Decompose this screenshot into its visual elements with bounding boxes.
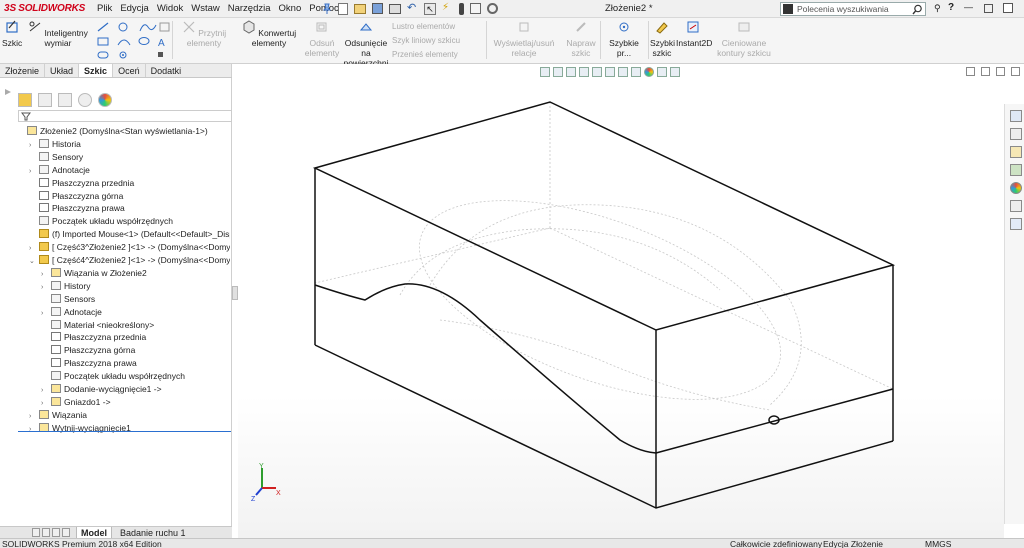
task-pane	[1004, 104, 1024, 524]
status-bar: SOLIDWORKS Premium 2018 x64 Edition Całk…	[0, 538, 1024, 548]
view-palette-icon[interactable]	[1010, 164, 1022, 176]
triad-z-label: Z	[251, 496, 256, 502]
appearances-icon[interactable]	[1010, 182, 1022, 194]
model-wireframe	[312, 101, 896, 509]
status-units[interactable]: MMGS	[925, 539, 951, 548]
status-edition: SOLIDWORKS Premium 2018 x64 Edition	[2, 539, 162, 548]
custom-properties-icon[interactable]	[1010, 200, 1022, 212]
triad-y-label: Y	[259, 463, 264, 470]
top-face-edges	[312, 101, 896, 331]
solidworks-resources-icon[interactable]	[1010, 110, 1022, 122]
status-definition: Całkowicie zdefiniowany	[730, 539, 823, 548]
triad-x-label: X	[276, 490, 281, 497]
solidworks-window: 3S SOLIDWORKS Plik Edycja Widok Wstaw Narzęd…	[0, 0, 1024, 548]
forum-icon[interactable]	[1010, 218, 1022, 230]
hidden-mouse-outline-bottom	[439, 319, 771, 411]
status-mode: Edycja Złożenie	[823, 539, 884, 548]
split-line-curve	[314, 283, 657, 454]
hidden-edge-back-right	[549, 227, 894, 390]
split-line-right	[655, 388, 894, 454]
design-library-icon[interactable]	[1010, 128, 1022, 140]
hidden-edge-back-left	[314, 227, 551, 284]
file-explorer-icon[interactable]	[1010, 146, 1022, 158]
coordinate-triad: Y X Z	[251, 463, 281, 502]
